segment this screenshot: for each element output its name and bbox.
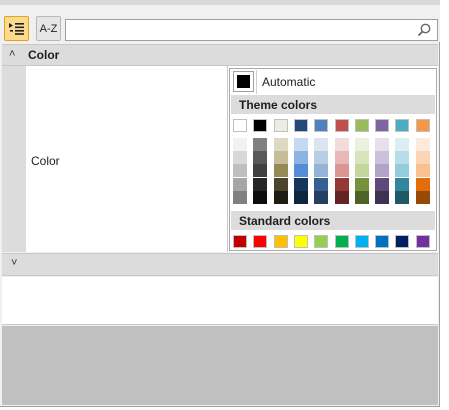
theme-color-swatch[interactable]	[415, 119, 430, 132]
theme-shade-swatch[interactable]	[314, 164, 329, 178]
automatic-color-swatch[interactable]	[233, 71, 254, 92]
theme-color-swatch[interactable]	[233, 119, 247, 132]
theme-color-swatch[interactable]	[314, 119, 329, 132]
theme-shade-swatch[interactable]	[375, 151, 390, 165]
theme-shade-swatch[interactable]	[395, 151, 410, 165]
standard-color-swatch[interactable]	[415, 235, 430, 248]
theme-shade-swatch[interactable]	[233, 177, 247, 191]
theme-shade-swatch[interactable]	[273, 138, 288, 151]
theme-shade-swatch[interactable]	[354, 190, 369, 204]
standard-color-swatch[interactable]	[293, 235, 308, 248]
theme-shade-swatch[interactable]	[314, 138, 329, 151]
theme-shade-swatch[interactable]	[293, 138, 308, 151]
theme-shade-swatch[interactable]	[253, 164, 268, 178]
search-input[interactable]	[65, 19, 438, 41]
standard-color-swatch[interactable]	[395, 235, 410, 248]
divider	[256, 70, 257, 94]
automatic-color-option[interactable]: Automatic	[230, 69, 436, 95]
standard-color-swatch[interactable]	[375, 235, 390, 248]
standard-color-swatch[interactable]	[334, 235, 349, 248]
theme-shade-swatch[interactable]	[415, 151, 430, 165]
standard-colors-header: Standard colors	[231, 211, 435, 230]
theme-shade-swatch[interactable]	[233, 164, 247, 178]
theme-color-swatch[interactable]	[253, 119, 268, 132]
theme-color-swatch[interactable]	[334, 119, 349, 132]
theme-shade-swatch[interactable]	[375, 164, 390, 178]
theme-color-swatch[interactable]	[293, 119, 308, 132]
theme-shade-swatch[interactable]	[395, 164, 410, 178]
theme-shade-swatch[interactable]	[253, 190, 268, 204]
alphabetical-view-button[interactable]: A-Z	[36, 16, 61, 41]
category-header-color[interactable]: ˄ Color	[2, 44, 438, 66]
property-value-cell: Automatic Theme colors Standard colors	[228, 66, 438, 252]
theme-color-swatch[interactable]	[375, 119, 390, 132]
theme-shade-swatch[interactable]	[354, 164, 369, 178]
theme-shade-swatch[interactable]	[395, 177, 410, 191]
property-name-label: Color	[31, 154, 60, 168]
theme-shade-swatch[interactable]	[375, 138, 390, 151]
property-name-cell: Color	[26, 66, 228, 252]
theme-shade-swatch[interactable]	[415, 177, 430, 191]
standard-color-swatch[interactable]	[314, 235, 329, 248]
theme-shade-swatch[interactable]	[293, 151, 308, 165]
theme-color-swatch[interactable]	[354, 119, 369, 132]
category-title: Color	[28, 48, 60, 62]
property-grid: A-Z ˄ Color Color Automatic Theme colors	[0, 0, 440, 407]
theme-shade-swatch[interactable]	[253, 151, 268, 165]
theme-shade-swatch[interactable]	[334, 164, 349, 178]
theme-shade-swatch[interactable]	[334, 190, 349, 204]
theme-shade-swatch[interactable]	[415, 138, 430, 151]
theme-shade-swatch[interactable]	[293, 190, 308, 204]
theme-shade-swatch[interactable]	[233, 151, 247, 165]
theme-shade-swatch[interactable]	[395, 190, 410, 204]
theme-shade-swatch[interactable]	[293, 177, 308, 191]
theme-shade-swatch[interactable]	[375, 190, 390, 204]
chevron-down-icon[interactable]: ˅	[11, 257, 17, 269]
theme-color-swatch[interactable]	[273, 119, 288, 132]
search-icon[interactable]	[417, 23, 431, 37]
theme-colors-header: Theme colors	[231, 95, 435, 114]
toolbar: A-Z	[0, 5, 440, 42]
theme-shade-swatch[interactable]	[395, 138, 410, 151]
theme-shade-swatch[interactable]	[334, 177, 349, 191]
theme-shade-swatch[interactable]	[273, 177, 288, 191]
theme-shade-swatch[interactable]	[334, 151, 349, 165]
theme-shade-swatch[interactable]	[415, 190, 430, 204]
category-gutter	[2, 66, 26, 252]
theme-shade-swatch[interactable]	[375, 177, 390, 191]
theme-shade-swatch[interactable]	[354, 177, 369, 191]
theme-shade-swatch[interactable]	[253, 138, 268, 151]
theme-shade-swatch[interactable]	[354, 138, 369, 151]
theme-shade-swatch[interactable]	[314, 190, 329, 204]
chevron-up-icon[interactable]: ˄	[9, 48, 15, 60]
standard-color-swatch[interactable]	[354, 235, 369, 248]
theme-shade-swatch[interactable]	[273, 190, 288, 204]
theme-shade-swatch[interactable]	[293, 164, 308, 178]
theme-shade-swatch[interactable]	[233, 190, 247, 204]
categorized-view-icon	[9, 23, 24, 35]
theme-shade-swatch[interactable]	[415, 164, 430, 178]
standard-color-swatch[interactable]	[273, 235, 288, 248]
color-picker-dropdown: Automatic Theme colors Standard colors	[229, 68, 437, 251]
categorized-view-button[interactable]	[4, 16, 29, 41]
standard-color-swatch[interactable]	[233, 235, 247, 248]
theme-shade-swatch[interactable]	[253, 177, 268, 191]
standard-color-swatch[interactable]	[253, 235, 268, 248]
description-area	[2, 277, 438, 325]
theme-shade-swatch[interactable]	[273, 164, 288, 178]
theme-shade-swatch[interactable]	[354, 151, 369, 165]
theme-shade-swatch[interactable]	[273, 151, 288, 165]
category-header-collapsed[interactable]: ˅	[2, 253, 438, 276]
theme-shade-swatch[interactable]	[334, 138, 349, 151]
theme-shade-swatch[interactable]	[314, 151, 329, 165]
automatic-color-fill	[237, 75, 250, 88]
bottom-panel	[2, 326, 438, 405]
theme-color-swatch[interactable]	[395, 119, 410, 132]
alphabetical-label: A-Z	[39, 22, 58, 35]
theme-shade-swatch[interactable]	[314, 177, 329, 191]
automatic-label: Automatic	[262, 75, 316, 89]
theme-shade-swatch[interactable]	[233, 138, 247, 151]
